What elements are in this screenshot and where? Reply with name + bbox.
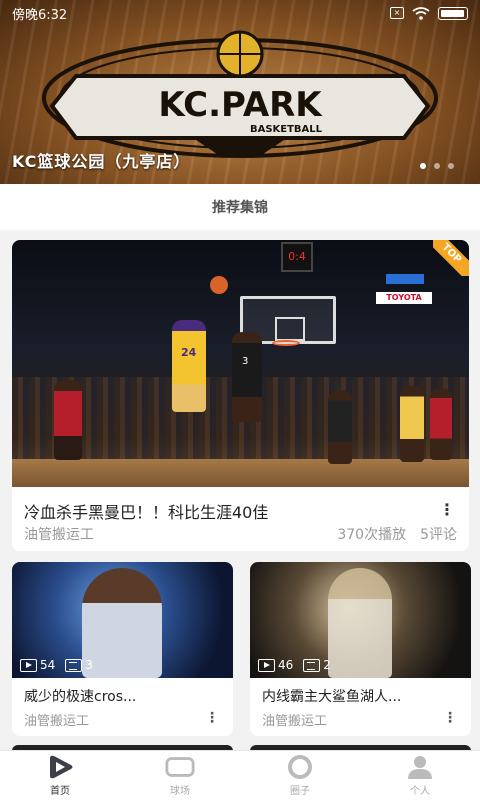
list-icon xyxy=(65,659,83,672)
card-author[interactable]: 油管搬运工 xyxy=(24,710,89,729)
video-icon xyxy=(258,659,275,672)
more-options-icon[interactable]: ⋮ xyxy=(443,710,457,726)
banner-caption: KC篮球公园（九亭店） xyxy=(12,152,191,171)
video-card[interactable]: 46 2 内线霸主大鲨鱼湖人... 油管搬运工 ⋮ xyxy=(250,562,471,736)
section-title: 推荐集锦 xyxy=(0,184,480,230)
tab-profile[interactable]: 个人 xyxy=(360,751,480,800)
video-thumbnail[interactable]: 46 2 xyxy=(250,562,471,678)
wifi-icon xyxy=(412,6,430,20)
featured-thumbnail[interactable]: 0:4 TOYOTA 24 3 TOP xyxy=(12,240,469,487)
hero-banner[interactable]: KC.PARK BASKETBALL KC篮球公园（九亭店） xyxy=(0,0,480,184)
card-title[interactable]: 威少的极速cros... xyxy=(24,686,136,706)
top-badge: TOP xyxy=(433,240,469,276)
player-shooter: 24 xyxy=(172,320,206,412)
carousel-dot[interactable] xyxy=(434,163,440,169)
video-thumbnail[interactable]: 54 3 xyxy=(12,562,233,678)
sim-icon: × xyxy=(390,7,404,19)
court-icon xyxy=(165,756,195,777)
tab-court[interactable]: 球场 xyxy=(120,751,240,800)
bottom-tab-bar: 首页 球场 圈子 个人 xyxy=(0,750,480,800)
player xyxy=(54,380,82,460)
play-count: 370次播放 xyxy=(337,527,407,543)
carousel-dot[interactable] xyxy=(448,163,454,169)
card-meta: 46 2 xyxy=(258,658,331,672)
featured-title[interactable]: 冷血杀手黑曼巴！！科比生涯40佳 xyxy=(24,499,268,523)
carousel-dot[interactable] xyxy=(420,163,426,169)
carousel-indicator xyxy=(420,163,454,169)
status-time: 傍晚6:32 xyxy=(12,7,68,23)
video-icon xyxy=(20,659,37,672)
circle-icon xyxy=(288,754,312,779)
player xyxy=(430,388,452,460)
player-defender: 3 xyxy=(232,332,262,422)
featured-stats: 370次播放 5评论 xyxy=(337,524,457,544)
kc-park-logo: KC.PARK BASKETBALL xyxy=(42,30,438,158)
featured-author[interactable]: 油管搬运工 xyxy=(24,524,94,544)
svg-text:BASKETBALL: BASKETBALL xyxy=(250,124,323,135)
person-icon xyxy=(408,755,432,779)
list-icon xyxy=(303,659,321,672)
player-figure xyxy=(82,568,162,678)
shot-clock: 0:4 xyxy=(281,242,313,272)
sponsor-board: TOYOTA xyxy=(376,292,432,304)
player-figure xyxy=(328,568,392,678)
status-bar: 傍晚6:32 × xyxy=(0,0,480,26)
tab-home[interactable]: 首页 xyxy=(0,751,120,800)
basketball xyxy=(210,276,228,294)
card-meta: 54 3 xyxy=(20,658,93,672)
player xyxy=(328,390,352,464)
card-author[interactable]: 油管搬运工 xyxy=(262,710,327,729)
more-options-icon[interactable]: ⋮ xyxy=(205,710,219,726)
card-title[interactable]: 内线霸主大鲨鱼湖人... xyxy=(262,686,401,706)
rim xyxy=(272,340,300,346)
video-card[interactable]: 54 3 威少的极速cros... 油管搬运工 ⋮ xyxy=(12,562,233,736)
court xyxy=(12,459,469,487)
featured-video-card[interactable]: 0:4 TOYOTA 24 3 TOP 冷血杀手黑曼巴！！科比生涯40佳 ⋮ 油… xyxy=(12,240,469,551)
player xyxy=(400,386,424,462)
more-options-icon[interactable]: ⋮ xyxy=(439,500,455,519)
battery-icon xyxy=(438,6,468,20)
comment-count[interactable]: 5评论 xyxy=(420,524,457,544)
svg-text:KC.PARK: KC.PARK xyxy=(158,85,323,125)
arena-board xyxy=(386,274,424,284)
home-play-icon xyxy=(50,755,73,778)
tab-circle[interactable]: 圈子 xyxy=(240,751,360,800)
